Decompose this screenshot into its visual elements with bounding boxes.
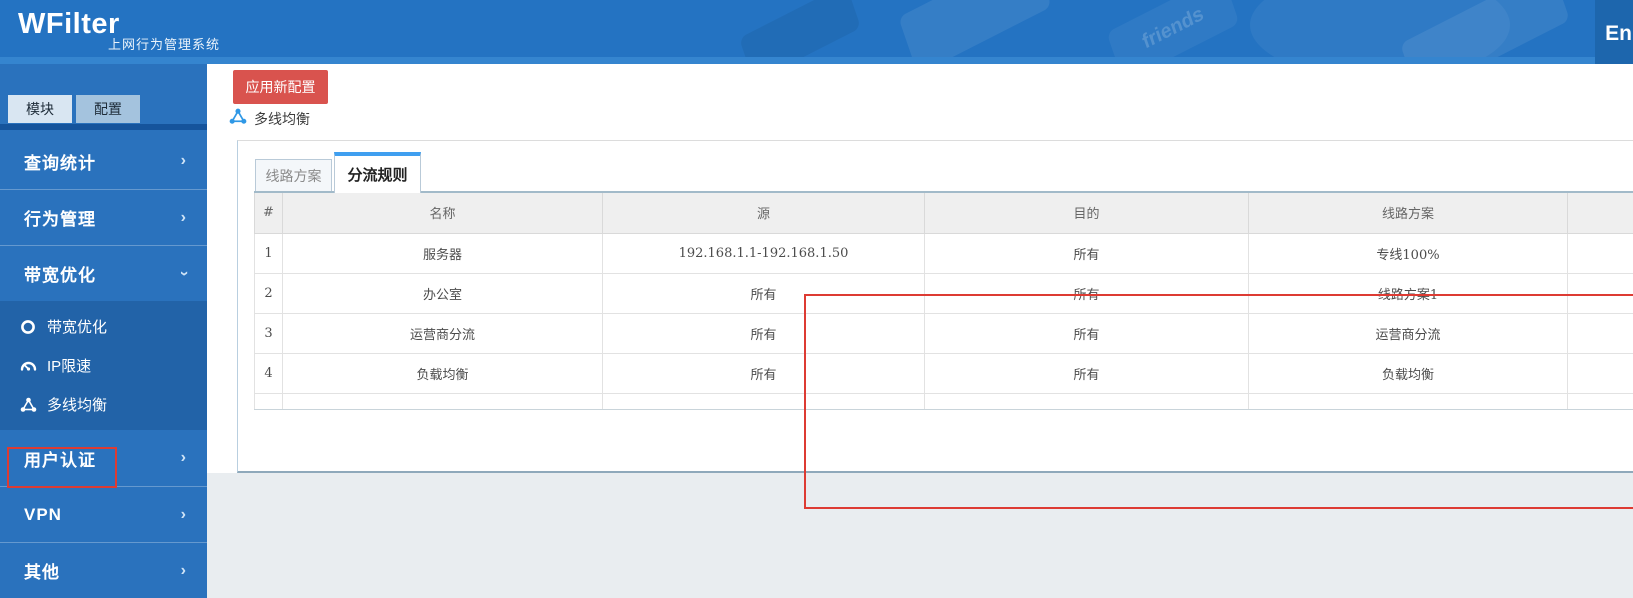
cell-spacer: [1567, 312, 1633, 354]
submenu-label: 带宽优化: [47, 319, 108, 336]
sidebar-tab-label: 配置: [94, 101, 122, 117]
cell-source: 所有: [602, 352, 925, 394]
menu-label: 用户认证: [24, 450, 96, 470]
keyboard-key-decoration: [738, 0, 862, 57]
cell-index: 2: [254, 272, 283, 314]
gauge-icon: [18, 356, 38, 376]
keyboard-key-friends: friends: [1106, 0, 1240, 57]
cell-source: 所有: [602, 272, 925, 314]
config-panel: 线路方案 分流规则 # 名称 源 目的 线路方案 1 服务器 192.168.1…: [237, 140, 1633, 527]
table-footer-strip: [254, 392, 1633, 410]
menu-label: 其他: [24, 563, 60, 582]
sidebar: 模块 配置 查询统计 › 行为管理 › 带宽优化 › 带宽优化 IP限速 多线均…: [0, 64, 207, 598]
sidebar-item-bandwidth-opt[interactable]: 带宽优化 ›: [0, 245, 207, 301]
chevron-down-icon: ›: [175, 270, 193, 277]
cell-plan: 专线100%: [1248, 232, 1568, 274]
app-logo-subtitle: 上网行为管理系统: [108, 37, 221, 52]
menu-label: VPN: [24, 504, 62, 524]
menu-label: 行为管理: [24, 210, 96, 229]
col-header-index: #: [254, 192, 283, 234]
keyboard-key-decoration: [898, 0, 1052, 57]
menu-label: 查询统计: [24, 153, 96, 173]
sidebar-item-behavior-mgmt[interactable]: 行为管理 ›: [0, 189, 207, 245]
sidebar-tab-underline: [0, 124, 207, 130]
cell-dest: 所有: [924, 272, 1249, 314]
col-header-spacer: [1567, 192, 1633, 234]
cell-index: 3: [254, 312, 283, 354]
sidebar-item-query-stats[interactable]: 查询统计 ›: [0, 133, 207, 189]
col-header-name: 名称: [282, 192, 603, 234]
breadcrumb: 多线均衡: [229, 108, 310, 130]
cell-name: 负载均衡: [282, 352, 603, 394]
apply-config-button[interactable]: 应用新配置: [233, 70, 328, 104]
table-row[interactable]: 4 负载均衡 所有 所有 负载均衡: [254, 352, 1633, 394]
sidebar-tab-config[interactable]: 配置: [76, 95, 140, 123]
cell-name: 服务器: [282, 232, 603, 274]
split-rules-table: # 名称 源 目的 线路方案 1 服务器 192.168.1.1-192.168…: [254, 191, 1633, 410]
header-accent-strip: [0, 57, 1633, 64]
main-content: 应用新配置 多线均衡 线路方案 分流规则 # 名称 源 目的 线路方案 1 服务…: [207, 64, 1633, 598]
language-selector[interactable]: En: [1595, 0, 1633, 64]
cell-spacer: [1567, 272, 1633, 314]
sidebar-item-user-auth[interactable]: 用户认证 ›: [0, 430, 207, 486]
cell-name: 运营商分流: [282, 312, 603, 354]
cell-plan: 运营商分流: [1248, 312, 1568, 354]
app-header: friends WFilter 上网行为管理系统: [0, 0, 1633, 57]
sidebar-item-other[interactable]: 其他 ›: [0, 542, 207, 598]
submenu-label: 多线均衡: [47, 397, 108, 414]
submenu-item-bandwidth-opt[interactable]: 带宽优化: [0, 307, 207, 346]
cell-spacer: [1567, 232, 1633, 274]
breadcrumb-label: 多线均衡: [254, 112, 310, 128]
panel-tab-bar: 线路方案 分流规则: [238, 141, 1633, 193]
submenu-label: IP限速: [47, 358, 92, 375]
ring-icon: [18, 317, 38, 337]
network-icon: [229, 108, 247, 130]
cell-dest: 所有: [924, 352, 1249, 394]
col-header-source: 源: [602, 192, 925, 234]
chevron-right-icon: ›: [180, 449, 187, 466]
table-row[interactable]: 1 服务器 192.168.1.1-192.168.1.50 所有 专线100%: [254, 232, 1633, 274]
sidebar-submenu-bandwidth: 带宽优化 IP限速 多线均衡: [0, 301, 207, 430]
sidebar-tab-label: 模块: [26, 101, 54, 117]
chevron-right-icon: ›: [180, 208, 187, 226]
submenu-item-multiline-balance[interactable]: 多线均衡: [0, 385, 207, 424]
keyboard-word: friends: [1139, 1, 1207, 54]
tab-split-rules[interactable]: 分流规则: [334, 152, 421, 193]
cell-spacer: [1567, 352, 1633, 394]
page-background: [207, 473, 1633, 598]
table-row[interactable]: 2 办公室 所有 所有 线路方案1: [254, 272, 1633, 314]
app-logo: WFilter: [18, 8, 120, 40]
cell-source: 192.168.1.1-192.168.1.50: [602, 232, 925, 274]
cell-name: 办公室: [282, 272, 603, 314]
chevron-right-icon: ›: [180, 505, 187, 523]
sidebar-item-vpn[interactable]: VPN ›: [0, 486, 207, 542]
table-header-row: # 名称 源 目的 线路方案: [254, 192, 1633, 234]
table-row[interactable]: 3 运营商分流 所有 所有 运营商分流: [254, 312, 1633, 354]
tab-line-plans[interactable]: 线路方案: [255, 159, 332, 192]
tab-label: 线路方案: [265, 168, 322, 185]
cell-plan: 负载均衡: [1248, 352, 1568, 394]
cell-index: 4: [254, 352, 283, 394]
sidebar-tab-modules[interactable]: 模块: [8, 95, 72, 123]
network-icon: [18, 395, 38, 415]
cell-dest: 所有: [924, 232, 1249, 274]
sidebar-menu: 查询统计 › 行为管理 › 带宽优化 › 带宽优化 IP限速 多线均衡 用户认证…: [0, 133, 207, 598]
tab-label: 分流规则: [347, 166, 408, 184]
chevron-right-icon: ›: [180, 152, 187, 169]
cell-index: 1: [254, 232, 283, 274]
cell-dest: 所有: [924, 312, 1249, 354]
cell-plan: 线路方案1: [1248, 272, 1568, 314]
col-header-plan: 线路方案: [1248, 192, 1568, 234]
cell-source: 所有: [602, 312, 925, 354]
chevron-right-icon: ›: [180, 561, 187, 579]
language-label: En: [1605, 22, 1632, 45]
menu-label: 带宽优化: [24, 266, 96, 285]
col-header-dest: 目的: [924, 192, 1249, 234]
submenu-item-ip-limit[interactable]: IP限速: [0, 346, 207, 385]
sidebar-tab-bar: 模块 配置: [8, 95, 140, 123]
